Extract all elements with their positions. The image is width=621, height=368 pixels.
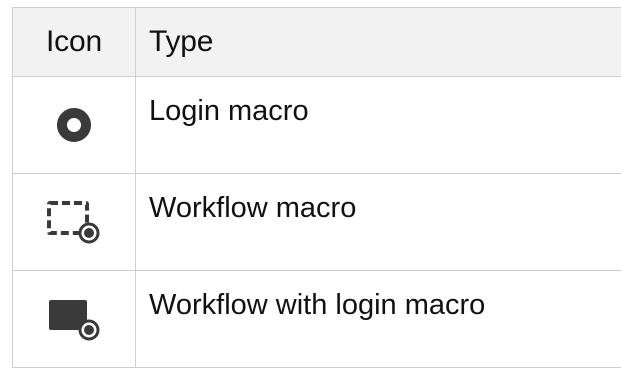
type-cell: Workflow with login macro	[149, 289, 486, 321]
table-header-row: Icon Type	[12, 7, 621, 77]
icon-cell	[12, 174, 136, 270]
table-row: Workflow with login macro	[12, 271, 621, 368]
icon-cell	[12, 77, 136, 173]
macro-types-table: Icon Type Login macro Workflow macro Wor…	[12, 7, 621, 368]
icon-cell	[12, 271, 136, 367]
login-macro-icon	[57, 108, 91, 142]
type-cell: Login macro	[149, 95, 309, 127]
header-type: Type	[149, 25, 214, 58]
workflow-macro-icon	[47, 200, 101, 244]
table-row: Workflow macro	[12, 174, 621, 271]
workflow-with-login-macro-icon	[47, 297, 101, 341]
header-icon: Icon	[12, 8, 136, 76]
type-cell: Workflow macro	[149, 192, 357, 224]
table-row: Login macro	[12, 77, 621, 174]
